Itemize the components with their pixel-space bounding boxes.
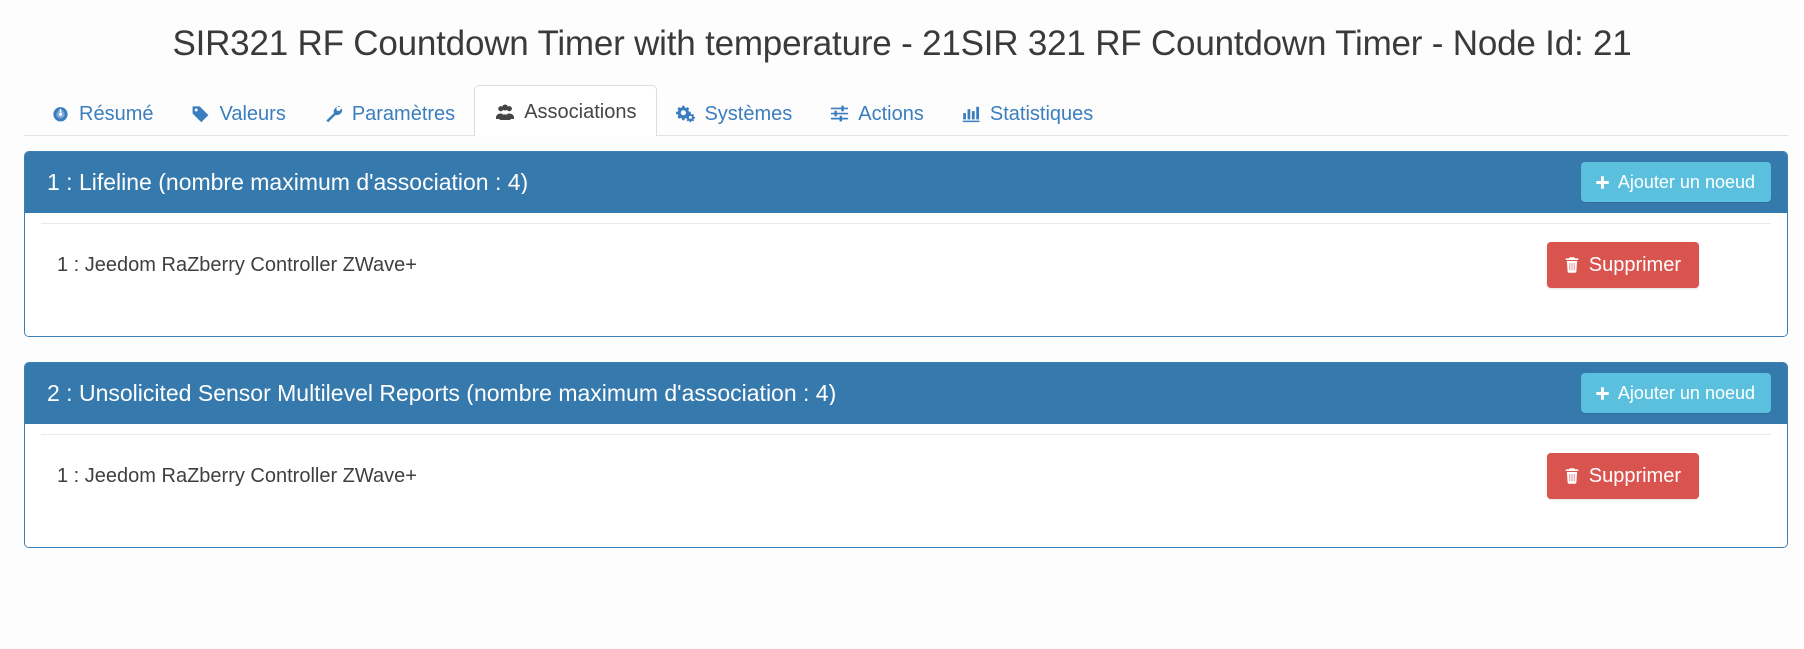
add-node-label: Ajouter un noeud — [1617, 383, 1755, 404]
delete-node-button[interactable]: Supprimer — [1546, 241, 1699, 288]
panel-title: 2 : Unsolicited Sensor Multilevel Report… — [47, 381, 837, 405]
tab-label: Statistiques — [989, 102, 1094, 125]
delete-node-button[interactable]: Supprimer — [1546, 452, 1699, 499]
association-group-panel: 2 : Unsolicited Sensor Multilevel Report… — [24, 361, 1788, 548]
panel-title: 1 : Lifeline (nombre maximum d'associati… — [47, 170, 529, 194]
tab-label: Actions — [858, 102, 924, 125]
delete-node-label: Supprimer — [1588, 253, 1681, 276]
tab-valeurs[interactable]: Valeurs — [172, 90, 304, 137]
add-node-button[interactable]: Ajouter un noeud — [1580, 373, 1771, 414]
dashboard-icon — [51, 104, 70, 123]
tab-label: Paramètres — [351, 102, 456, 125]
panel-heading: 2 : Unsolicited Sensor Multilevel Report… — [25, 362, 1787, 424]
tab-parametres[interactable]: Paramètres — [305, 90, 474, 137]
association-groups: 1 : Lifeline (nombre maximum d'associati… — [0, 136, 1804, 548]
association-node-row: 1 : Jeedom RaZberry Controller ZWave+ Sup… — [41, 433, 1771, 511]
tab-statistiques[interactable]: Statistiques — [943, 90, 1112, 137]
delete-node-label: Supprimer — [1588, 464, 1681, 487]
page-root: SIR321 RF Countdown Timer with temperatu… — [0, 0, 1804, 649]
plus-icon — [1595, 386, 1610, 401]
panel-body: 1 : Jeedom RaZberry Controller ZWave+ Sup… — [25, 212, 1787, 336]
association-group-panel: 1 : Lifeline (nombre maximum d'associati… — [24, 150, 1788, 337]
bar-chart-icon — [962, 104, 981, 123]
trash-icon — [1563, 256, 1581, 274]
tab-resume[interactable]: Résumé — [32, 90, 172, 137]
association-node-label: 1 : Jeedom RaZberry Controller ZWave+ — [57, 464, 417, 487]
trash-icon — [1563, 467, 1581, 485]
tab-label: Résumé — [79, 102, 154, 125]
cogs-icon — [676, 104, 696, 123]
tab-label: Associations — [524, 100, 637, 123]
plus-icon — [1595, 175, 1610, 190]
add-node-button[interactable]: Ajouter un noeud — [1580, 162, 1771, 203]
tab-actions[interactable]: Actions — [811, 90, 943, 137]
tab-systemes[interactable]: Systèmes — [657, 90, 811, 137]
page-title: SIR321 RF Countdown Timer with temperatu… — [172, 24, 1632, 63]
association-node-label: 1 : Jeedom RaZberry Controller ZWave+ — [57, 253, 417, 276]
tab-label: Systèmes — [704, 102, 793, 125]
panel-body: 1 : Jeedom RaZberry Controller ZWave+ Sup… — [25, 423, 1787, 547]
panel-heading: 1 : Lifeline (nombre maximum d'associati… — [25, 151, 1787, 213]
users-icon — [495, 102, 515, 122]
add-node-label: Ajouter un noeud — [1617, 172, 1755, 193]
wrench-icon — [324, 104, 343, 123]
association-node-actions: Supprimer — [1546, 452, 1759, 499]
association-node-actions: Supprimer — [1546, 241, 1759, 288]
sliders-icon — [830, 104, 849, 123]
tab-label: Valeurs — [219, 102, 286, 125]
tab-list: Résumé Valeurs Paramètres Associations Systè… — [0, 84, 1804, 137]
association-node-row: 1 : Jeedom RaZberry Controller ZWave+ Sup… — [41, 222, 1771, 300]
tab-bar: Résumé Valeurs Paramètres Associations Systè… — [0, 84, 1804, 137]
tab-associations[interactable]: Associations — [474, 84, 658, 137]
tag-icon — [191, 104, 210, 123]
